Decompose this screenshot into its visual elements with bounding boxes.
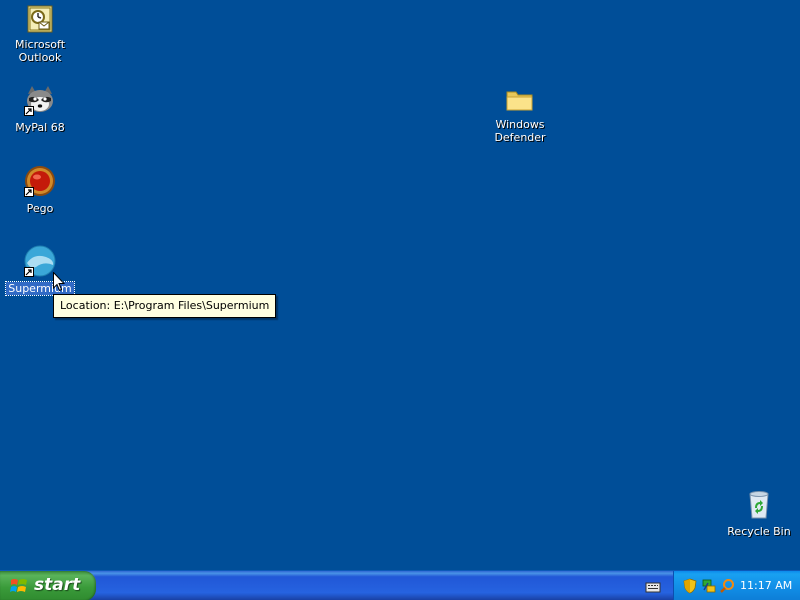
taskbar: start 11:17 AM (0, 570, 800, 600)
system-tray: 11:17 AM (673, 571, 800, 600)
desktop[interactable]: Microsoft Outlook MyPal 68 Pego Supermiu… (0, 0, 800, 570)
desktop-icon-outlook[interactable]: Microsoft Outlook (2, 4, 78, 65)
icon-label: Microsoft Outlook (14, 38, 66, 64)
desktop-icon-windows-defender[interactable]: Windows Defender (482, 84, 558, 145)
desktop-icon-recycle-bin[interactable]: Recycle Bin (721, 488, 797, 539)
icon-label: Pego (26, 202, 54, 215)
icon-label: Recycle Bin (727, 525, 791, 538)
icon-label: Windows Defender (494, 118, 546, 144)
windows-flag-icon (10, 577, 28, 595)
start-button[interactable]: start (0, 571, 96, 600)
mouse-cursor-icon (53, 271, 66, 292)
desktop-icon-supermium[interactable]: Supermium (2, 245, 78, 296)
recycle-bin-icon (743, 488, 775, 520)
pego-icon (24, 165, 56, 197)
shortcut-arrow-icon (24, 106, 34, 116)
network-icon[interactable] (701, 578, 717, 594)
search-icon[interactable] (719, 578, 735, 594)
shortcut-arrow-icon (24, 187, 34, 197)
security-shield-icon[interactable] (682, 578, 698, 594)
keyboard-icon[interactable] (645, 579, 661, 593)
supermium-icon (24, 245, 56, 277)
outlook-icon (24, 4, 56, 36)
clock[interactable]: 11:17 AM (740, 579, 792, 593)
start-label: start (34, 575, 81, 595)
location-tooltip: Location: E:\Program Files\Supermium (53, 294, 277, 318)
mypal-raccoon-icon (24, 84, 56, 116)
icon-label: MyPal 68 (15, 121, 65, 134)
shortcut-arrow-icon (24, 267, 34, 277)
desktop-icon-pego[interactable]: Pego (2, 165, 78, 216)
desktop-icon-mypal[interactable]: MyPal 68 (2, 84, 78, 135)
folder-icon (504, 84, 536, 116)
